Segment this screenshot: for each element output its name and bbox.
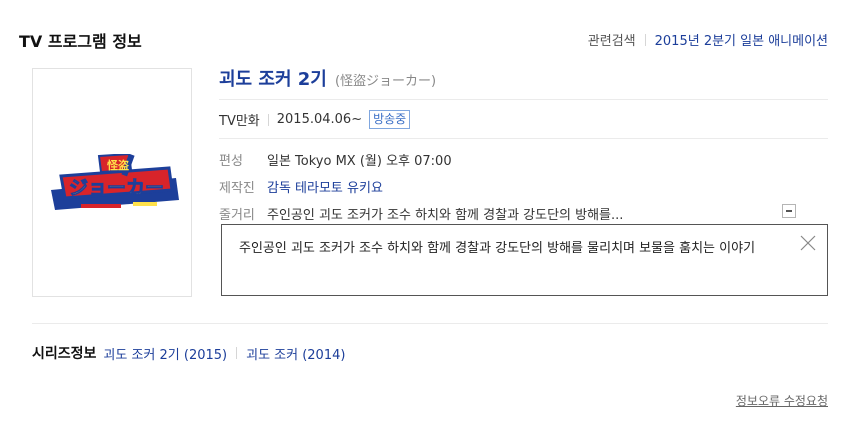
program-original-title: (怪盜ジョーカー) — [334, 74, 437, 89]
svg-text:ジョーカー: ジョーカー — [69, 177, 164, 199]
program-poster[interactable]: 怪盗 ジョーカー — [32, 68, 192, 297]
divider — [644, 33, 646, 46]
series-link[interactable]: 괴도 조커 (2014) — [246, 344, 345, 363]
program-meta: TV만화 2015.04.06~ 방송중 — [219, 110, 411, 129]
related-search-link[interactable]: 2015년 2분기 일본 애니메이션 — [655, 30, 828, 49]
program-logo-image: 怪盗 ジョーカー — [51, 154, 179, 210]
divider — [219, 138, 828, 139]
staff-label: 제작진 — [219, 181, 255, 196]
program-title-row: 괴도 조커 2기 (怪盜ジョーカー) — [219, 65, 436, 91]
synopsis-full-text: 주인공인 괴도 조커가 조수 하치와 함께 경찰과 강도단의 방해를 물리치며 … — [239, 241, 756, 256]
divider — [236, 347, 238, 359]
section-title: TV 프로그램 정보 — [19, 32, 142, 51]
synopsis-row: 줄거리 주인공인 괴도 조커가 조수 하치와 함께 경찰과 강도단의 방해를..… — [219, 204, 623, 223]
divider — [32, 323, 828, 324]
synopsis-popup: 주인공인 괴도 조커가 조수 하치와 함께 경찰과 강도단의 방해를 물리치며 … — [221, 224, 828, 296]
related-search: 관련검색 2015년 2분기 일본 애니메이션 — [588, 30, 828, 49]
svg-text:怪盗: 怪盗 — [107, 158, 129, 172]
minus-square-icon[interactable] — [782, 204, 796, 218]
synopsis-preview: 주인공인 괴도 조커가 조수 하치와 함께 경찰과 강도단의 방해를... — [267, 208, 624, 223]
schedule-label: 편성 — [219, 154, 243, 169]
series-label: 시리즈정보 — [32, 346, 97, 362]
divider — [219, 99, 828, 100]
staff-row: 제작진 감독 테라모토 유키요 — [219, 177, 383, 196]
report-error-link[interactable]: 정보오류 수정요청 — [736, 392, 828, 409]
series-info: 시리즈정보 괴도 조커 2기 (2015) 괴도 조커 (2014) — [32, 343, 345, 363]
program-category: TV만화 — [219, 114, 260, 129]
schedule-row: 편성 일본 Tokyo MX (월) 오후 07:00 — [219, 150, 452, 169]
staff-value-link[interactable]: 감독 테라모토 유키요 — [267, 177, 383, 196]
schedule-value: 일본 Tokyo MX (월) 오후 07:00 — [267, 154, 452, 169]
program-start-date: 2015.04.06~ — [276, 112, 363, 127]
related-search-label: 관련검색 — [587, 34, 636, 49]
divider — [267, 113, 269, 126]
series-link[interactable]: 괴도 조커 2기 (2015) — [103, 344, 227, 363]
close-x-icon[interactable] — [799, 234, 817, 252]
program-title-link[interactable]: 괴도 조커 2기 — [219, 69, 327, 90]
status-badge: 방송중 — [369, 110, 411, 129]
synopsis-label: 줄거리 — [219, 208, 255, 223]
